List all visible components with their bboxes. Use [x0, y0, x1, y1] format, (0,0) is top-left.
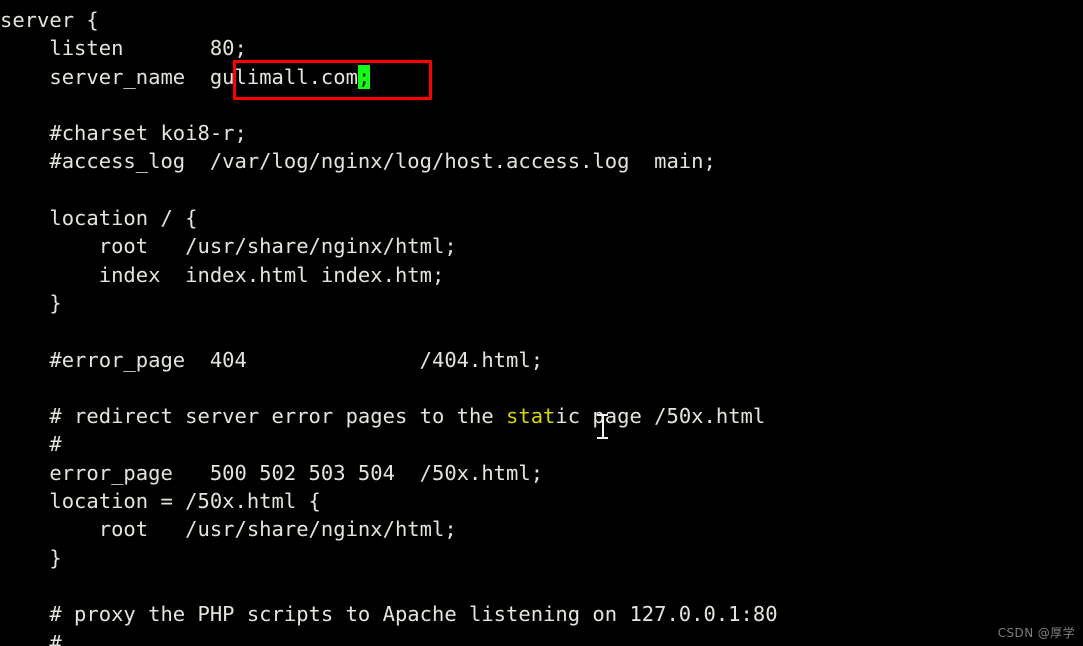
vim-block-cursor: ; [357, 64, 371, 89]
code-line: server { [0, 6, 1083, 34]
code-line: error_page 500 502 503 504 /50x.html; [0, 459, 1083, 487]
code-line-text: # [0, 630, 62, 646]
code-line-text: error_page 500 502 503 504 /50x.html; [0, 460, 544, 485]
code-line-text: } [0, 545, 62, 570]
code-line: location = /50x.html { [0, 487, 1083, 515]
code-line: #access_log /var/log/nginx/log/host.acce… [0, 147, 1083, 175]
code-line-text: # proxy the PHP scripts to Apache listen… [0, 602, 778, 627]
code-line-text: root /usr/share/nginx/html; [0, 234, 457, 259]
code-line-text: server { [0, 8, 99, 32]
server-name-value: gulimall.com [209, 64, 358, 89]
code-line: } [0, 544, 1083, 572]
code-line: # proxy the PHP scripts to Apache listen… [0, 600, 1083, 628]
code-line-text: location = /50x.html { [0, 489, 321, 514]
terminal-window[interactable]: server { listen 80; server_name gulimall… [0, 0, 1083, 646]
code-line: index index.html index.htm; [0, 261, 1083, 289]
code-line-text: root /usr/share/nginx/html; [0, 517, 457, 542]
code-line-text: location / { [0, 206, 198, 231]
code-line-text: } [0, 290, 62, 315]
code-line: listen 80; [0, 34, 1083, 62]
code-line-text: #charset koi8-r; [0, 121, 247, 146]
nginx-config-code[interactable]: server { listen 80; server_name gulimall… [0, 6, 1083, 646]
csdn-watermark: CSDN @厚学 [997, 626, 1075, 640]
code-line: } [0, 289, 1083, 317]
code-line: # [0, 430, 1083, 458]
code-line-server-name: server_name gulimall.com; [0, 63, 1083, 91]
code-line-text: ic page /50x.html [555, 404, 766, 429]
code-line-text: index index.html index.htm; [0, 262, 445, 287]
code-line: # [0, 629, 1083, 646]
code-line-text: # redirect server error pages to the [0, 404, 507, 429]
code-line: #charset koi8-r; [0, 119, 1083, 147]
code-line-text: #error_page 404 /404.html; [0, 347, 544, 372]
code-line: #error_page 404 /404.html; [0, 346, 1083, 374]
code-line: root /usr/share/nginx/html; [0, 515, 1083, 543]
code-line: location / { [0, 204, 1083, 232]
server-name-directive: server_name [0, 64, 210, 89]
search-match-highlight: stat [506, 404, 556, 429]
code-line-redirect-comment: # redirect server error pages to the sta… [0, 402, 1083, 430]
code-line-text: # [0, 432, 62, 457]
code-line-text: listen 80; [0, 36, 247, 61]
code-line-text: #access_log /var/log/nginx/log/host.acce… [0, 149, 716, 174]
code-line: root /usr/share/nginx/html; [0, 232, 1083, 260]
